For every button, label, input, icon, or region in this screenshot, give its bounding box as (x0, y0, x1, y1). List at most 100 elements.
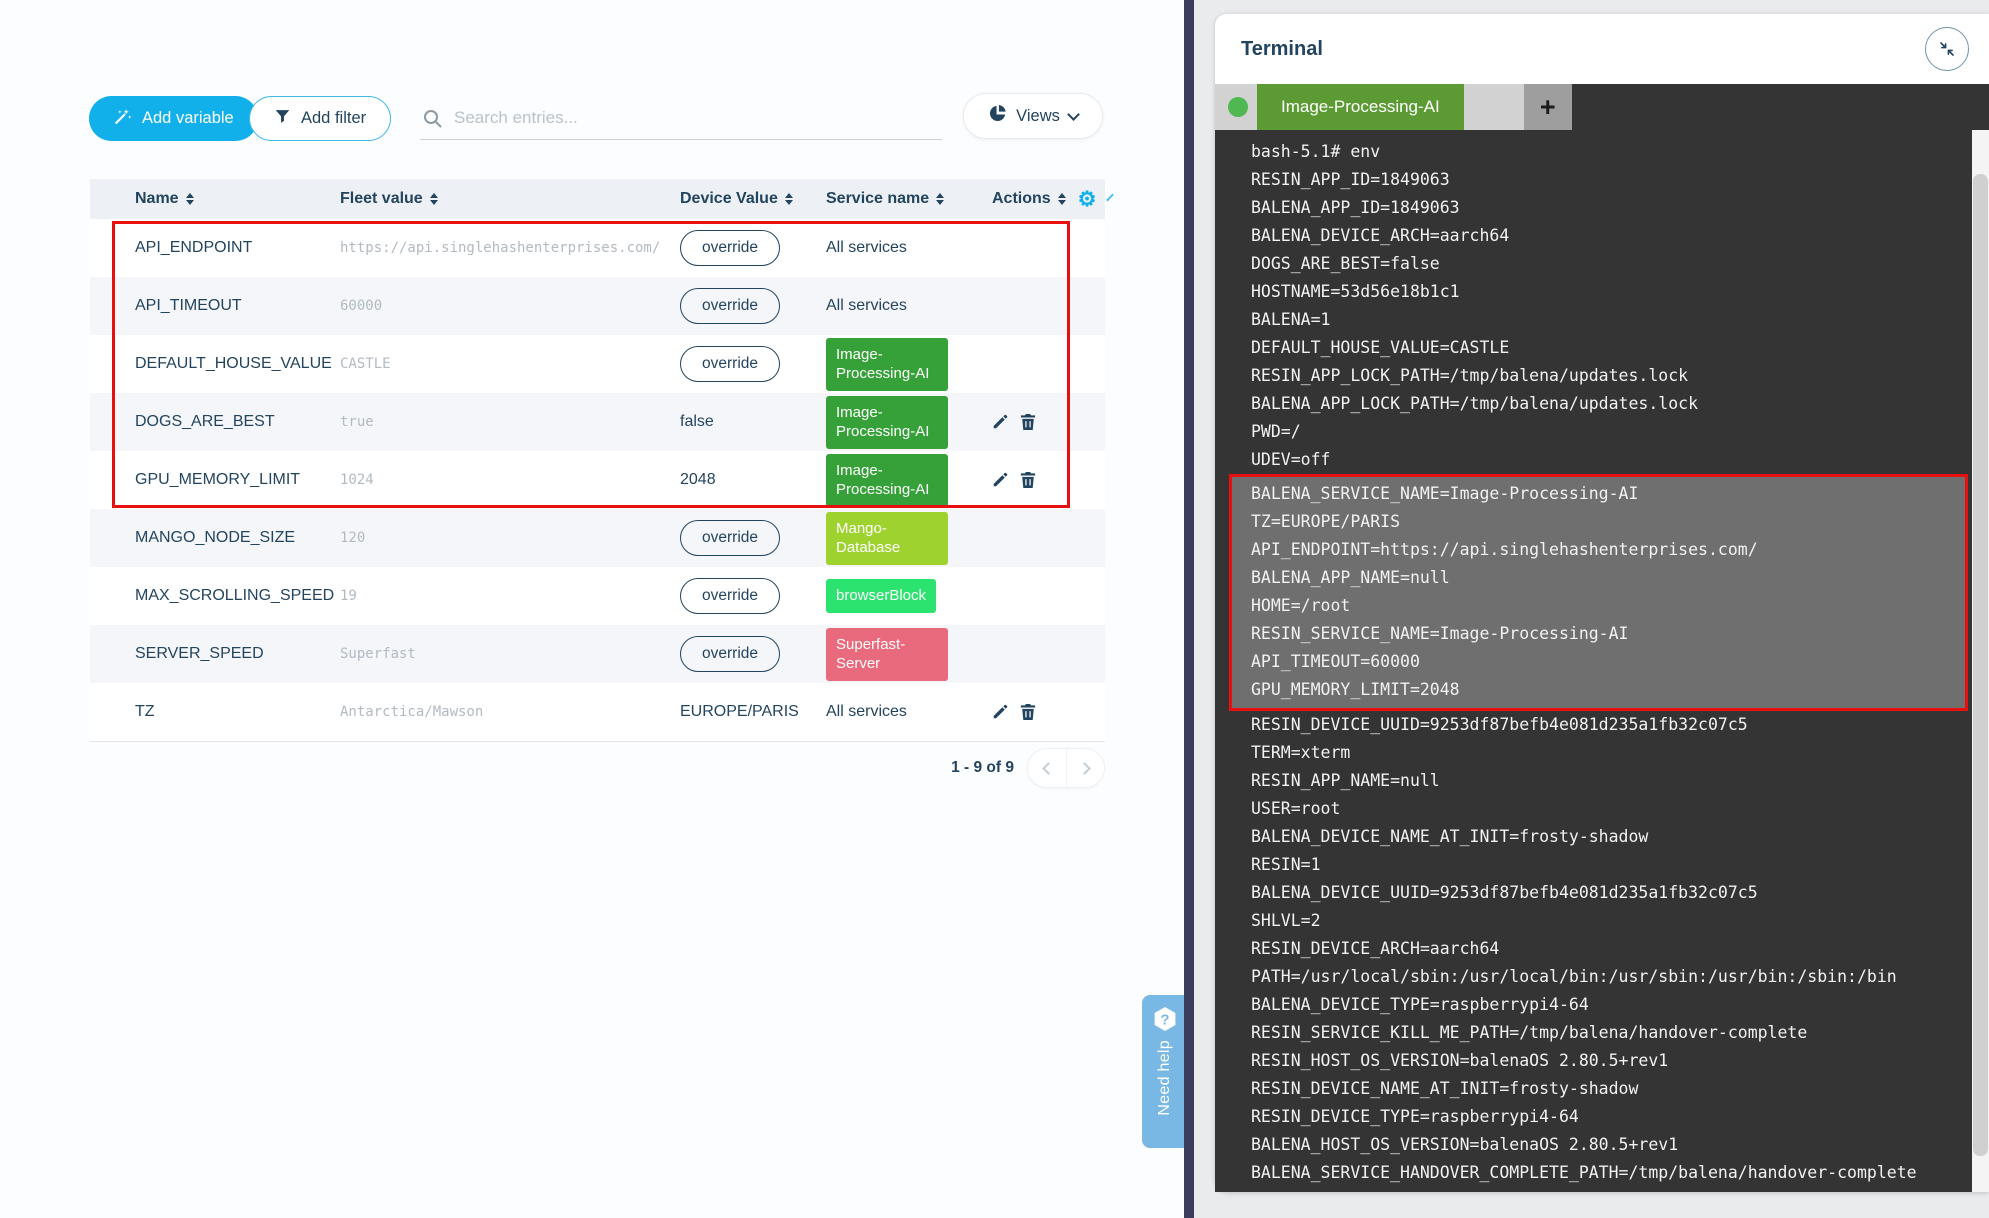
delete-button[interactable] (1020, 413, 1036, 431)
fleet-value: 19 (340, 588, 680, 604)
column-header-actions[interactable]: Actions ⚙ (992, 189, 1105, 210)
terminal-highlight-box: BALENA_SERVICE_NAME=Image-Processing-AIT… (1229, 474, 1968, 711)
table-row: MANGO_NODE_SIZE120overrideMango-Database (90, 509, 1105, 567)
panel-divider (1184, 0, 1194, 1218)
terminal-line: PWD=/ (1251, 418, 1965, 446)
need-help-button[interactable]: ? Need help (1142, 995, 1188, 1148)
fleet-value: CASTLE (340, 356, 680, 372)
next-page-button[interactable] (1066, 749, 1104, 787)
fleet-value: 120 (340, 530, 680, 546)
terminal-line: TERM=xterm (1251, 739, 1965, 767)
edit-pencil-icon (992, 413, 1009, 430)
views-button[interactable]: Views (963, 93, 1103, 139)
service-cell: All services (826, 239, 992, 257)
terminal-line: BALENA=1 (1251, 306, 1965, 334)
delete-button[interactable] (1020, 471, 1036, 489)
delete-button[interactable] (1020, 703, 1036, 721)
table-row: MAX_SCROLLING_SPEED19overridebrowserBloc… (90, 567, 1105, 625)
variable-name: API_ENDPOINT (90, 239, 340, 257)
override-button[interactable]: override (680, 230, 780, 266)
terminal-line: USER=root (1251, 795, 1965, 823)
device-value-cell: false (680, 413, 826, 431)
collapse-terminal-button[interactable] (1925, 27, 1969, 71)
search-icon (422, 108, 444, 130)
delete-trash-icon (1020, 703, 1036, 721)
terminal-line: SHLVL=2 (1251, 907, 1965, 935)
service-name: All services (826, 703, 907, 721)
table-body: API_ENDPOINThttps://api.singlehashenterp… (90, 219, 1105, 741)
variable-name: API_TIMEOUT (90, 297, 340, 315)
terminal-title: Terminal (1241, 38, 1323, 61)
chevron-right-icon (1078, 762, 1091, 775)
terminal-line: BALENA_SERVICE_HANDOVER_COMPLETE_PATH=/t… (1251, 1159, 1965, 1187)
service-name: All services (826, 239, 907, 257)
terminal-tab-label: Image-Processing-AI (1281, 97, 1440, 117)
fleet-value: Antarctica/Mawson (340, 704, 680, 720)
terminal-scrollbar[interactable] (1972, 130, 1989, 1192)
edit-button[interactable] (992, 413, 1009, 431)
add-variable-button[interactable]: Add variable (89, 96, 258, 141)
service-cell: Image-Processing-AI (826, 454, 992, 507)
column-header-fleet-value[interactable]: Fleet value (340, 190, 680, 208)
terminal-line: API_ENDPOINT=https://api.singlehashenter… (1251, 536, 1965, 564)
column-label: Actions (992, 190, 1051, 208)
terminal-line: TZ=EUROPE/PARIS (1251, 508, 1965, 536)
terminal-line: RESIN_DEVICE_TYPE=raspberrypi4-64 (1251, 1103, 1965, 1131)
actions-cell (992, 413, 1105, 431)
terminal-line: BALENA_APP_LOCK_PATH=/tmp/balena/updates… (1251, 390, 1965, 418)
terminal-line: BALENA_DEVICE_UUID=9253df87befb4e081d235… (1251, 879, 1965, 907)
variables-panel: Add variable Add filter Views Name (0, 0, 1184, 1218)
terminal-line: UDEV=off (1251, 446, 1965, 474)
new-terminal-tab-button[interactable]: + (1524, 84, 1572, 130)
variable-name: MANGO_NODE_SIZE (90, 529, 340, 547)
terminal-screen[interactable]: bash-5.1# envRESIN_APP_ID=1849063BALENA_… (1215, 130, 1989, 1192)
chevron-down-icon (1067, 108, 1080, 121)
pagination-label: 1 - 9 of 9 (951, 759, 1014, 777)
edit-button[interactable] (992, 471, 1009, 489)
gear-icon[interactable]: ⚙ (1078, 189, 1097, 210)
pagination: 1 - 9 of 9 (0, 748, 1105, 788)
column-header-service-name[interactable]: Service name (826, 190, 992, 208)
table-header: Name Fleet value Device Value Service na… (90, 179, 1105, 219)
service-badge: Image-Processing-AI (826, 396, 948, 449)
variable-name: SERVER_SPEED (90, 645, 340, 663)
terminal-tab[interactable]: Image-Processing-AI (1257, 84, 1464, 130)
terminal-line: BALENA_APP_ID=1849063 (1251, 194, 1965, 222)
prev-page-button[interactable] (1028, 749, 1066, 787)
search-input[interactable] (452, 100, 932, 136)
fleet-value: https://api.singlehashenterprises.com/ (340, 240, 680, 256)
pagination-controls (1027, 748, 1105, 788)
device-value: EUROPE/PARIS (680, 703, 799, 721)
terminal-line: bash-5.1# env (1251, 138, 1965, 166)
fleet-value: 1024 (340, 472, 680, 488)
variable-name: DEFAULT_HOUSE_VALUE (90, 355, 340, 373)
device-value-cell: EUROPE/PARIS (680, 703, 826, 721)
column-header-device-value[interactable]: Device Value (680, 190, 826, 208)
chevron-left-icon (1042, 762, 1055, 775)
sort-icon (186, 193, 194, 205)
delete-trash-icon (1020, 471, 1036, 489)
override-button[interactable]: override (680, 288, 780, 324)
service-cell: Image-Processing-AI (826, 396, 992, 449)
variable-name: DOGS_ARE_BEST (90, 413, 340, 431)
column-header-name[interactable]: Name (90, 190, 340, 208)
add-filter-button[interactable]: Add filter (249, 96, 391, 141)
device-value-cell: override (680, 636, 826, 672)
scrollbar-thumb[interactable] (1973, 174, 1988, 1156)
chevron-down-icon[interactable] (1106, 193, 1114, 201)
override-button[interactable]: override (680, 346, 780, 382)
need-help-label: Need help (1156, 1040, 1174, 1116)
terminal-line: RESIN_HOST_OS_VERSION=balenaOS 2.80.5+re… (1251, 1047, 1965, 1075)
service-name: All services (826, 297, 907, 315)
terminal-line: PATH=/usr/local/sbin:/usr/local/bin:/usr… (1251, 963, 1965, 991)
override-button[interactable]: override (680, 520, 780, 556)
device-value-cell: override (680, 288, 826, 324)
fleet-value: 60000 (340, 298, 680, 314)
service-badge: Superfast-Server (826, 628, 948, 681)
override-button[interactable]: override (680, 578, 780, 614)
edit-pencil-icon (992, 703, 1009, 720)
edit-button[interactable] (992, 703, 1009, 721)
table-row: SERVER_SPEEDSuperfastoverrideSuperfast-S… (90, 625, 1105, 683)
override-button[interactable]: override (680, 636, 780, 672)
table-row: API_ENDPOINThttps://api.singlehashenterp… (90, 219, 1105, 277)
